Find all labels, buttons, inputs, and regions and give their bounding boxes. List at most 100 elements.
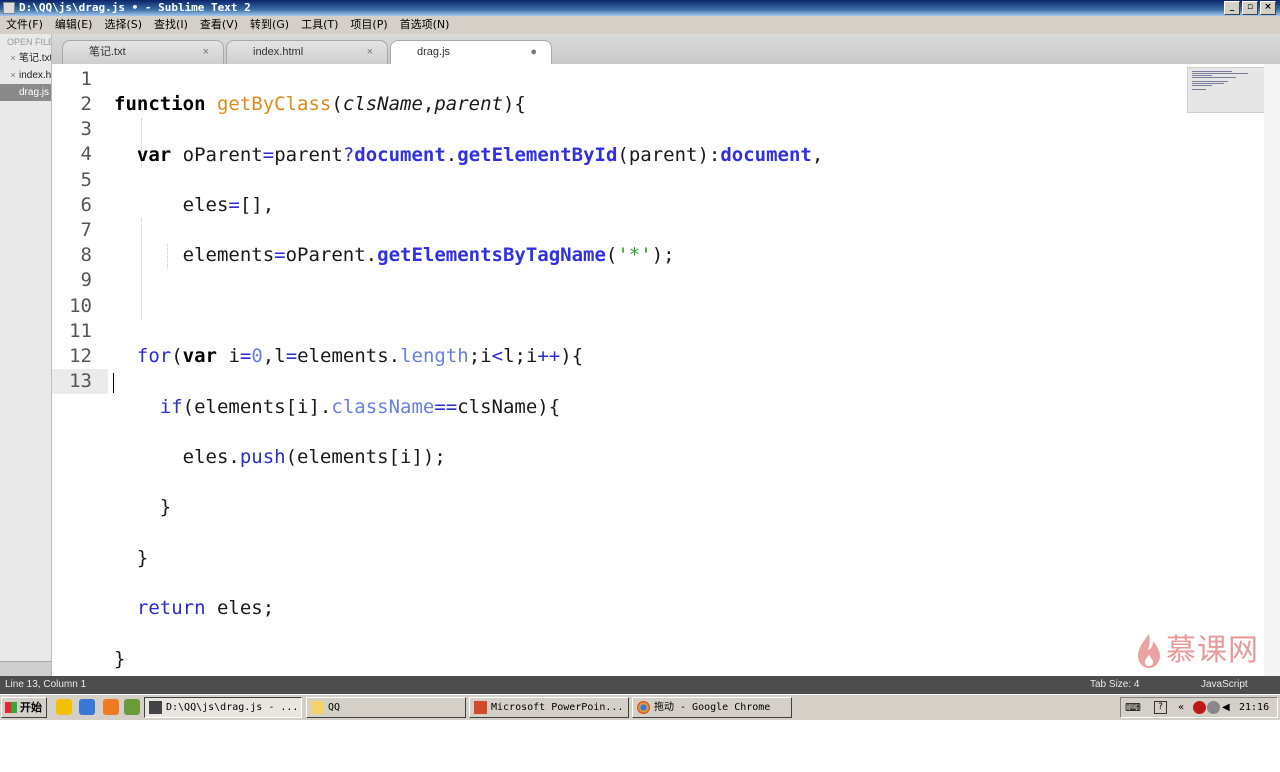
menu-view[interactable]: 查看(V) [194,16,244,34]
taskbar-item-qq-folder[interactable]: QQ [306,697,466,718]
powerpoint-icon [474,701,487,714]
minimize-button[interactable]: _ [1224,1,1240,15]
line-number: 5 [80,169,92,191]
window-controls: _ ▫ × [1224,1,1276,15]
tab-bar: 笔记.txt × index.html × drag.js ● [52,34,1280,65]
sidebar-item-index-html[interactable]: ×index.html [0,67,51,84]
start-button[interactable]: 开始 [1,697,47,718]
text-cursor [113,373,114,393]
syntax-selector[interactable]: JavaScript [1201,676,1248,694]
tab-label: index.html [253,46,304,58]
task-label: D:\QQ\js\drag.js - ... [166,702,299,713]
windows-logo-icon [5,702,17,713]
tab-label: 笔记.txt [89,46,126,58]
menu-tools[interactable]: 工具(T) [295,16,344,34]
code-area[interactable]: function getByClass(clsName,parent){ var… [114,67,1174,772]
code-line: function getByClass(clsName,parent){ [114,93,526,116]
sidebar-item-label: index.html [19,70,51,81]
close-icon[interactable]: × [203,41,209,63]
show-desktop-icon[interactable] [124,699,140,715]
editor[interactable]: 1 2 3 4 5 6 7 8 9 10 11 12 13 function g… [52,64,1280,676]
qq-quicklaunch-icon[interactable] [56,699,72,715]
taskbar: 开始 D:\QQ\js\drag.js - ... QQ Microsoft P… [0,694,1280,720]
line-number: 9 [80,269,92,291]
line-number: 10 [69,295,92,317]
line-number: 6 [80,194,92,216]
taskbar-item-sublime[interactable]: D:\QQ\js\drag.js - ... [144,697,302,718]
menu-selection[interactable]: 选择(S) [98,16,148,34]
line-number: 3 [80,118,92,140]
menu-goto[interactable]: 转到(G) [244,16,295,34]
tab-drag-js[interactable]: drag.js ● [390,40,552,65]
code-line: } [114,496,172,519]
code-line: if(elements[i].className==clsName){ [159,395,561,418]
line-number-gutter: 1 2 3 4 5 6 7 8 9 10 11 12 13 [52,64,108,676]
menu-edit[interactable]: 编辑(E) [49,16,99,34]
vertical-scrollbar[interactable] [1264,64,1280,676]
window-title: D:\QQ\js\drag.js • - Sublime Text 2 [19,1,251,14]
line-number: 13 [69,370,92,392]
chrome-icon [637,701,650,714]
line-number: 8 [80,244,92,266]
taskbar-item-powerpoint[interactable]: Microsoft PowerPoin... [469,697,629,718]
sidebar-item-notes[interactable]: × 笔记.txt [0,50,51,67]
folder-icon [311,701,324,714]
tab-index-html[interactable]: index.html × [226,40,388,64]
code-line: var oParent=parent?document.getElementBy… [136,143,824,166]
record-icon[interactable] [1193,701,1206,714]
code-line: eles=[], [114,193,275,216]
sublime-icon [149,701,162,714]
line-number: 4 [80,143,92,165]
minimap[interactable] [1187,67,1265,113]
chevron-left-icon[interactable]: « [1178,701,1191,714]
help-icon[interactable]: ? [1154,701,1167,714]
code-line: eles.push(elements[i]); [114,445,446,468]
menu-find[interactable]: 查找(I) [148,16,194,34]
task-label: 拖动 - Google Chrome [654,702,771,713]
sidebar-item-label: 笔记.txt [19,53,51,64]
taskbar-item-chrome[interactable]: 拖动 - Google Chrome [632,697,792,718]
menu-project[interactable]: 项目(P) [344,16,393,34]
cursor-position: Line 13, Column 1 [5,679,87,690]
status-bar: Line 13, Column 1 Tab Size: 4 JavaScript [0,676,1280,694]
sidebar-item-drag-js[interactable]: drag.js [0,84,51,101]
unsaved-dot-icon[interactable]: ● [530,41,537,63]
browser-quicklaunch-icon[interactable] [79,699,95,715]
volume-icon[interactable]: ◀ [1222,701,1235,714]
tab-size-selector[interactable]: Tab Size: 4 [1090,676,1139,694]
tab-label: drag.js [417,46,451,58]
line-number: 1 [80,68,92,90]
line-number: 11 [69,320,92,342]
start-label: 开始 [20,701,42,714]
tab-notes[interactable]: 笔记.txt × [62,40,224,64]
flame-icon [1138,634,1160,668]
clock: 21:16 [1239,702,1270,713]
watermark-logo: 慕课网 [1136,631,1276,671]
app-quicklaunch-icon[interactable] [103,699,119,715]
sidebar-item-label: drag.js [19,87,50,98]
close-icon[interactable]: × [7,50,19,67]
task-label: QQ [328,702,341,713]
code-line: elements=oParent.getElementsByTagName('*… [114,244,675,267]
menu-file[interactable]: 文件(F) [0,16,49,34]
network-icon[interactable] [1207,701,1220,714]
sidebar-scrollbar[interactable] [0,661,51,676]
menu-preferences[interactable]: 首选项(N) [394,16,456,34]
open-files-header: OPEN FILES [7,37,51,47]
keyboard-icon[interactable]: ⌨ [1125,701,1141,714]
title-bar: D:\QQ\js\drag.js • - Sublime Text 2 _ ▫ … [0,0,1280,16]
watermark-text: 慕课网 [1166,633,1259,668]
code-line: } [114,647,126,670]
code-line: for(var i=0,l=elements.length;i<l;i++){ [136,345,584,368]
close-icon[interactable]: × [7,67,19,84]
code-line: return eles; [136,597,275,620]
line-number: 12 [69,345,92,367]
sidebar: OPEN FILES ×笔记.txt ×index.html drag.js [0,34,52,676]
maximize-button[interactable]: ▫ [1242,1,1258,15]
close-icon[interactable]: × [367,41,373,63]
close-button[interactable]: × [1260,1,1276,15]
line-number: 7 [80,219,92,241]
app-icon[interactable] [3,2,15,14]
line-number: 2 [80,93,92,115]
